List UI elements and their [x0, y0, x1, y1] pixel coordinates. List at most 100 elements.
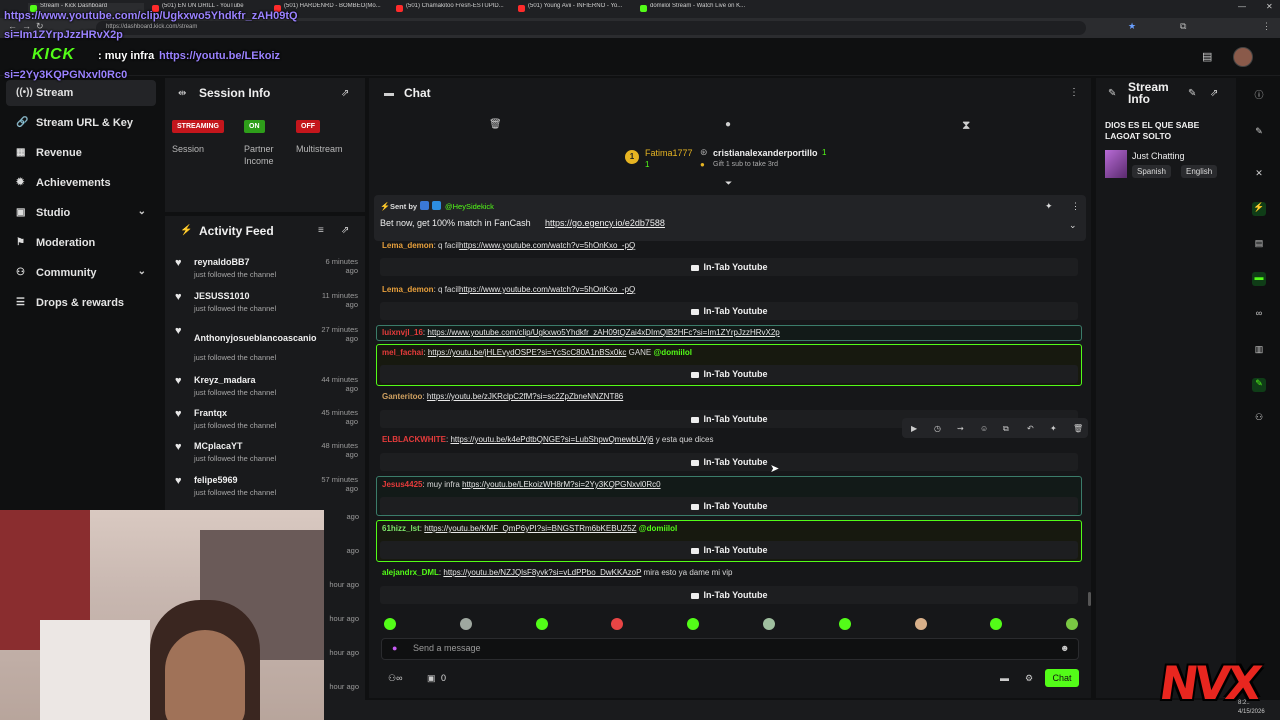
chat-link[interactable]: https://youtu.be/LEkoizWH8rM?si=2Yy3KQPG… [462, 480, 661, 489]
chat-link[interactable]: https://youtu.be/NZJQlsF8yvk?si=vLdPPbo_… [443, 568, 641, 577]
chat-menu-icon[interactable]: ⋮ [1069, 87, 1079, 98]
pen-icon[interactable]: ✎ [1252, 126, 1266, 140]
list-item[interactable]: ♥ reynaldoBB7 just followed the channel 6 m… [172, 257, 362, 289]
list-item[interactable]: ♥ JESUSS1010 just followed the channel 11 m… [172, 291, 362, 323]
browser-tab[interactable]: domiilol Stream - Watch Live on K... [638, 3, 754, 16]
chat-message[interactable]: Ganteritoo: https://youtu.be/zJKRclpC2fM… [378, 392, 1082, 401]
link-icon[interactable]: ∞ [1252, 308, 1266, 322]
bookmark-star-icon[interactable]: ★ [1128, 21, 1136, 32]
window-close-icon[interactable]: ✕ [1266, 2, 1273, 11]
chat-icon[interactable]: ▬ [1252, 272, 1266, 286]
close-icon[interactable]: ✕ [1252, 168, 1266, 182]
chat-username[interactable]: 61hizz_lst [382, 524, 420, 533]
trash-icon[interactable]: 🗑 [489, 119, 502, 130]
sidebar-item-revenue[interactable]: ▦ Revenue [6, 140, 156, 166]
chat-link[interactable]: https://youtu.be/zJKRclpC2fM?si=sc2ZpZbn… [427, 392, 623, 401]
layout-icon[interactable]: ▥ [1252, 344, 1266, 358]
info-icon[interactable]: ⓘ [1252, 88, 1266, 102]
popout-icon[interactable]: ⇗ [341, 88, 349, 99]
in-tab-youtube-button[interactable]: In-Tab Youtube [380, 586, 1078, 604]
in-tab-youtube-button[interactable]: In-Tab Youtube [380, 302, 1078, 320]
chat-message[interactable]: Jesus4425: muy infra https://youtu.be/LE… [378, 480, 1082, 489]
share-icon[interactable]: ⚇∞ [388, 673, 402, 684]
edit-icon[interactable]: ✎ [1188, 88, 1196, 99]
emote-icon[interactable] [459, 618, 472, 630]
kick-logo[interactable]: KICK [32, 46, 75, 64]
category-name[interactable]: Just Chatting [1132, 151, 1185, 161]
bolt-icon[interactable]: ⚡ [1252, 202, 1266, 216]
chat-link[interactable]: https://youtu.be/k4ePdtbQNGE?si=LubShpwQ… [450, 435, 653, 444]
sidebar-item-stream-url-key[interactable]: 🔗 Stream URL & Key [6, 110, 156, 136]
wallet-icon[interactable]: ▤ [1202, 50, 1212, 63]
browser-menu-icon[interactable]: ⋮ [1262, 21, 1271, 32]
timeout-icon[interactable]: ◷ [934, 424, 941, 433]
community-icon[interactable]: ⚇ [1252, 412, 1266, 426]
settings-gear-icon[interactable]: ⚙ [1025, 673, 1033, 684]
emote-icon[interactable] [838, 618, 851, 630]
expand-icon[interactable]: ⌄ [1069, 220, 1077, 231]
mic-icon[interactable]: ● [392, 643, 397, 653]
browser-tab[interactable]: (501) Young Avii - INFIERNO - Yo... [516, 3, 632, 16]
chat-message[interactable]: alejandrx_DML: https://youtu.be/NZJQlsF8… [378, 568, 1082, 577]
chat-message[interactable]: 61hizz_lst: https://youtu.be/KMF_QmP6yPI… [378, 524, 1082, 533]
tools-icon[interactable]: ✎ [1252, 378, 1266, 392]
chat-link[interactable]: https://youtu.be/jHLEvydOSPE?si=YcScC80A… [428, 348, 627, 357]
emote-icon[interactable] [763, 618, 775, 630]
chat-message[interactable]: mel_fachai: https://youtu.be/jHLEvydOSPE… [378, 348, 1082, 357]
chat-username[interactable]: alejandrx_DML [382, 568, 439, 577]
sidebar-item-community[interactable]: ⚇ Community ⌄ [6, 260, 156, 286]
play-icon[interactable]: ▶ [911, 424, 917, 433]
list-item[interactable]: ♥ Kreyz_madara just followed the channel 44… [172, 375, 362, 407]
chat-link[interactable]: https://youtu.be/KMF_QmP6yPI?si=BNGSTRm6… [424, 524, 636, 533]
copy-icon[interactable]: ⧉ [1003, 424, 1009, 434]
gift-user[interactable]: cristianalexanderportillo [713, 148, 818, 158]
chat-message[interactable]: Lema_demon: q facilhttps://www.youtube.c… [378, 285, 1082, 294]
list-item[interactable]: ♥ MCplacaYT just followed the channel 48 mi… [172, 441, 362, 473]
collapse-icon[interactable]: ⏷ [725, 178, 732, 189]
in-tab-youtube-button[interactable]: In-Tab Youtube [380, 453, 1078, 471]
in-tab-youtube-button[interactable]: In-Tab Youtube [380, 497, 1078, 515]
list-item[interactable]: ♥ Frantqx just followed the channel 45 minu… [172, 408, 362, 440]
popout-icon[interactable]: ⇗ [1210, 88, 1218, 99]
sidebar-item-stream[interactable]: ((•)) Stream [6, 80, 156, 106]
chat-username[interactable]: luixnvjl_16 [382, 328, 423, 337]
sponsor-link[interactable]: https://go.egency.io/e2db7588 [545, 218, 665, 228]
chat-username[interactable]: ELBLACKWHITE [382, 435, 446, 444]
extensions-icon[interactable]: ⧉ [1180, 21, 1186, 32]
in-tab-youtube-button[interactable]: In-Tab Youtube [380, 258, 1078, 276]
stream-tag[interactable]: Spanish [1132, 165, 1171, 178]
chat-link[interactable]: https://www.youtube.com/clip/Ugkxwo5Yhdk… [427, 328, 779, 337]
sidebar-item-studio[interactable]: ▣ Studio ⌄ [6, 200, 156, 226]
chat-username[interactable]: Lema_demon [382, 241, 434, 250]
chat-username[interactable]: mel_fachai [382, 348, 423, 357]
chat-mention[interactable]: @domiilol [654, 348, 692, 357]
delete-icon[interactable]: 🗑 [1073, 424, 1083, 433]
chat-message[interactable]: luixnvjl_16: https://www.youtube.com/cli… [378, 328, 1082, 337]
emote-icon[interactable]: ☺ [980, 424, 988, 433]
url-field[interactable]: https://dashboard.kick.com/stream [96, 21, 1086, 35]
avatar[interactable] [1233, 47, 1253, 67]
send-chat-button[interactable]: Chat [1045, 669, 1079, 687]
emoji-picker-icon[interactable]: ☻ [1060, 643, 1069, 653]
chat-mention[interactable]: @domiilol [639, 524, 677, 533]
emote-icon[interactable] [535, 618, 548, 630]
hourglass-icon[interactable]: ⧗ [962, 118, 970, 133]
chat-bubble-small-icon[interactable]: ● [725, 119, 731, 130]
chat-username[interactable]: Jesus4425 [382, 480, 422, 489]
list-item[interactable]: ♥ Anthonyjosueblancoascanio just followed … [172, 325, 362, 362]
browser-tab[interactable]: (501) Chamakitoo Fresh-ESTUPID... [394, 3, 510, 16]
sponsor-menu-icon[interactable]: ⋮ [1071, 201, 1080, 212]
in-tab-youtube-button[interactable]: In-Tab Youtube [380, 541, 1078, 559]
sidebar-item-moderation[interactable]: ⚑ Moderation [6, 230, 156, 256]
chat-input-box[interactable] [381, 638, 1079, 660]
list-item[interactable]: ♥ felipe5969 just followed the channel 57 m… [172, 475, 362, 507]
chat-scrollbar[interactable] [1088, 592, 1091, 606]
pin-message-icon[interactable]: ✦ [1050, 424, 1057, 433]
emote-icon[interactable] [384, 618, 396, 630]
slow-icon[interactable]: ⇝ [957, 424, 964, 433]
chevron-down-icon[interactable]: ⌄ [138, 206, 146, 217]
emote-icon[interactable] [914, 618, 927, 630]
filter-icon[interactable]: ≡ [318, 225, 324, 236]
chat-link[interactable]: https://www.youtube.com/watch?v=5hOnKxo_… [459, 285, 635, 294]
chat-message[interactable]: Lema_demon: q facilhttps://www.youtube.c… [378, 241, 1082, 250]
